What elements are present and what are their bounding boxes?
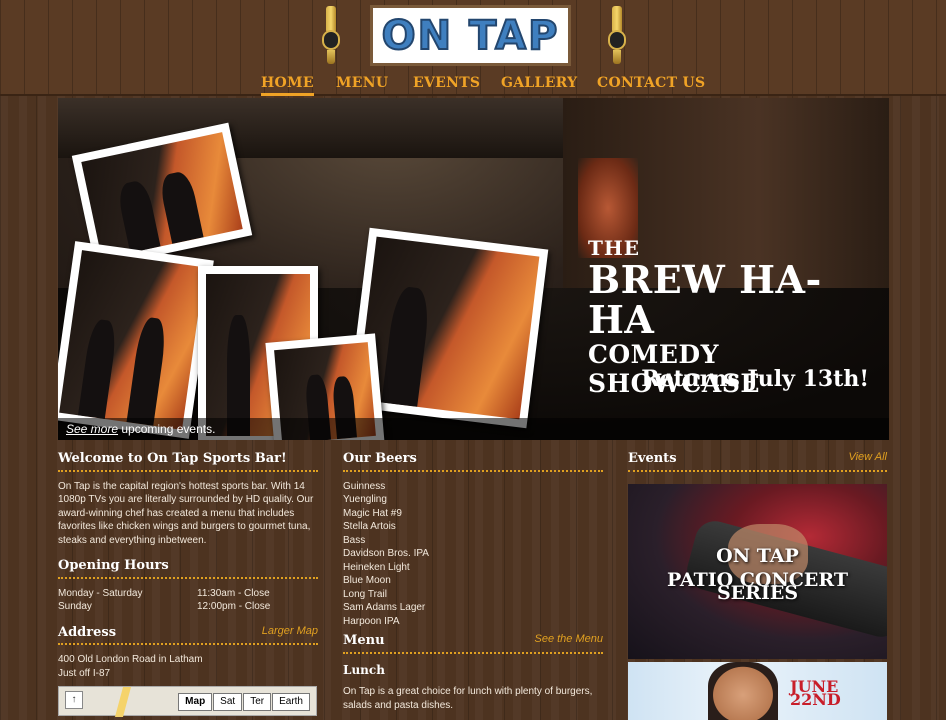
main-nav: HOME MENU EVENTS GALLERY CONTACT US: [0, 70, 946, 96]
beer-item: Davidson Bros. IPA: [343, 548, 429, 559]
beer-item: Yuengling: [343, 494, 387, 505]
map-button-earth[interactable]: Earth: [272, 693, 310, 711]
beers-title: Our Beers: [343, 452, 603, 472]
hero-banner[interactable]: THE BREW HA-HA COMEDY SHOWCASE Returns J…: [58, 98, 889, 440]
hero-returns-text: Returns July 13th!: [641, 366, 869, 392]
address-title: Address Larger Map: [58, 625, 318, 645]
map-type-buttons: Map Sat Ter Earth: [177, 693, 310, 711]
lunch-title: Lunch: [343, 662, 385, 677]
event-june-22[interactable]: JUNE 22ND: [628, 661, 887, 720]
see-menu-link[interactable]: See the Menu: [535, 633, 604, 647]
lunch-body: On Tap is a great choice for lunch with …: [343, 686, 593, 711]
event-patio-concert[interactable]: ON TAP PATIO CONCERT SERIES: [628, 483, 887, 659]
address-line-1: 400 Old London Road in Latham: [58, 654, 203, 665]
hours-day: Monday - Saturday: [58, 587, 143, 599]
beer-item: Bass: [343, 534, 366, 546]
beer-tap-icon-right: [606, 6, 628, 66]
welcome-body: On Tap is the capital region's hottest s…: [58, 480, 314, 546]
nav-gallery[interactable]: GALLERY: [501, 75, 577, 91]
site-header: ON TAP HOME MENU EVENTS GALLERY CONTACT …: [0, 0, 946, 96]
performer-photo: [708, 661, 778, 720]
site-logo[interactable]: ON TAP: [370, 5, 571, 66]
beer-item: Long Trail: [343, 588, 387, 600]
comedy-photo-2: [58, 241, 214, 439]
nav-menu[interactable]: MENU: [336, 75, 388, 91]
google-map[interactable]: ↑ Map Sat Ter Earth: [58, 686, 317, 717]
hours-time: 12:00pm - Close: [197, 601, 271, 612]
beer-item: Heineken Light: [343, 561, 410, 573]
events-title: Events View All: [628, 451, 887, 472]
larger-map-link[interactable]: Larger Map: [262, 625, 318, 639]
hours-row: Monday - Saturday 11:30am - Close: [58, 587, 318, 601]
nav-home[interactable]: HOME: [261, 75, 314, 96]
map-button-map[interactable]: Map: [178, 693, 213, 711]
hours-title: Opening Hours: [58, 559, 318, 579]
hours-table: Monday - Saturday 11:30am - Close Sunday…: [58, 587, 318, 614]
welcome-title: Welcome to On Tap Sports Bar!: [58, 452, 318, 472]
hero-line-brew: BREW HA-HA: [588, 257, 822, 342]
event-date: JUNE 22ND: [790, 676, 841, 709]
caption-text: upcoming events.: [118, 422, 216, 436]
event-line-1: ON TAP: [716, 544, 799, 567]
beer-item: Guinness: [343, 480, 386, 492]
logo-text: ON TAP: [381, 12, 560, 60]
beer-item: Magic Hat #9: [343, 507, 402, 519]
map-button-ter[interactable]: Ter: [243, 693, 272, 711]
nav-contact-us[interactable]: CONTACT US: [597, 75, 705, 91]
hours-time: 11:30am - Close: [197, 587, 270, 599]
menu-title: Menu See the Menu: [343, 633, 604, 654]
left-column: Welcome to On Tap Sports Bar! On Tap is …: [58, 452, 318, 717]
nav-events[interactable]: EVENTS: [413, 75, 480, 91]
hero-caption: See more upcoming events.: [58, 418, 889, 440]
beer-item: Stella Artois: [343, 521, 396, 532]
event-line-2: PATIO CONCERT SERIES: [666, 568, 849, 604]
map-button-sat[interactable]: Sat: [213, 693, 243, 711]
view-all-link[interactable]: View All: [848, 451, 887, 465]
map-pan-icon[interactable]: ↑: [65, 691, 83, 709]
beer-item: Blue Moon: [343, 575, 391, 586]
hours-row: Sunday 12:00pm - Close: [58, 600, 318, 614]
middle-column: Our Beers Guinness Yuengling Magic Hat #…: [343, 452, 603, 720]
hours-day: Sunday: [58, 601, 92, 612]
address-line-2: Just off I-87: [58, 667, 111, 679]
beer-list: Guinness Yuengling Magic Hat #9 Stella A…: [343, 480, 603, 629]
beer-item: Sam Adams Lager: [343, 602, 426, 613]
beer-item: Harpoon IPA: [343, 615, 400, 627]
map-road: [114, 687, 132, 717]
beer-tap-icon-left: [320, 6, 342, 66]
right-column: Events View All ON TAP PATIO CONCERT SER…: [628, 451, 887, 720]
see-more-link[interactable]: See more: [66, 422, 118, 436]
